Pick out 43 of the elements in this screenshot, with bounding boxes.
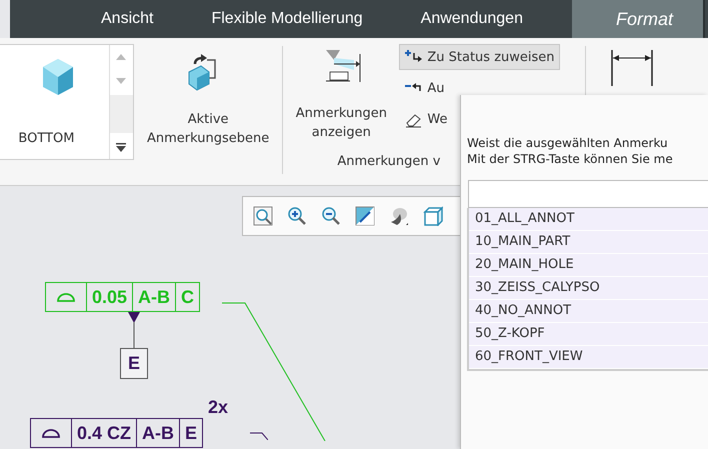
ribbon-tab[interactable]: Ansicht (72, 0, 182, 38)
ribbon-tab[interactable]: Format (572, 0, 705, 38)
zoom-fit-icon[interactable] (253, 206, 273, 226)
ribbon-button[interactable]: Aktive Anmerkungsebene (134, 48, 282, 150)
ribbon-button[interactable]: Anmerkungen anzeigen (287, 38, 396, 144)
view-name: BOTTOM (18, 131, 74, 146)
description-text: Mit der STRG-Taste können Sie me (467, 151, 674, 167)
cube-icon (41, 57, 76, 97)
list-item[interactable]: 40_NO_ANNOT (469, 300, 708, 323)
list-item[interactable]: 60_FRONT_VIEW (469, 346, 708, 369)
input-field[interactable] (468, 180, 708, 208)
scroll-thumb[interactable] (110, 95, 133, 133)
zoom-in-icon[interactable] (287, 206, 307, 226)
frame-cell: 0.4 CZ (71, 419, 136, 447)
dimension-icon (610, 48, 654, 88)
cube-view-icon[interactable] (423, 206, 443, 226)
ribbon-button[interactable]: We (399, 106, 560, 132)
frame-cell: 0.05 (86, 283, 132, 311)
list-item[interactable]: 50_Z-KOPF (469, 323, 708, 346)
view-gallery[interactable]: BOTTOM (0, 44, 134, 160)
ribbon-tab[interactable]: Flexible Modellierung (182, 0, 392, 38)
datum-label: E (120, 348, 148, 379)
repaint-icon[interactable] (355, 206, 375, 226)
ribbon-button[interactable]: Au (399, 75, 560, 101)
scroll-up-icon (116, 54, 126, 60)
list-item[interactable]: 10_MAIN_PART (469, 231, 708, 254)
list-item[interactable]: 30_ZEISS_CALYPSO (469, 277, 708, 300)
shading-icon[interactable] (389, 206, 409, 226)
ribbon-button[interactable]: Zu Status zuweisen (399, 44, 560, 70)
description-text: Weist die ausgewählten Anmerku (467, 135, 669, 151)
frame-cell: A-B (132, 283, 176, 311)
frame-cell: C (175, 283, 200, 311)
zoom-out-icon[interactable] (321, 206, 341, 226)
list-item[interactable]: 20_MAIN_HOLE (469, 254, 708, 277)
quantity-label: 2x (208, 397, 228, 418)
frame-cell: A-B (136, 419, 180, 447)
list-item[interactable]: 01_ALL_ANNOT (469, 208, 708, 231)
scroll-down-icon (116, 78, 126, 84)
frame-cell: E (179, 419, 202, 447)
expand-icon (116, 142, 126, 152)
group-label: Anmerkungen v (337, 154, 440, 169)
ribbon-tab[interactable]: Anwendungen (392, 0, 552, 38)
datum-marker-icon (127, 312, 141, 348)
